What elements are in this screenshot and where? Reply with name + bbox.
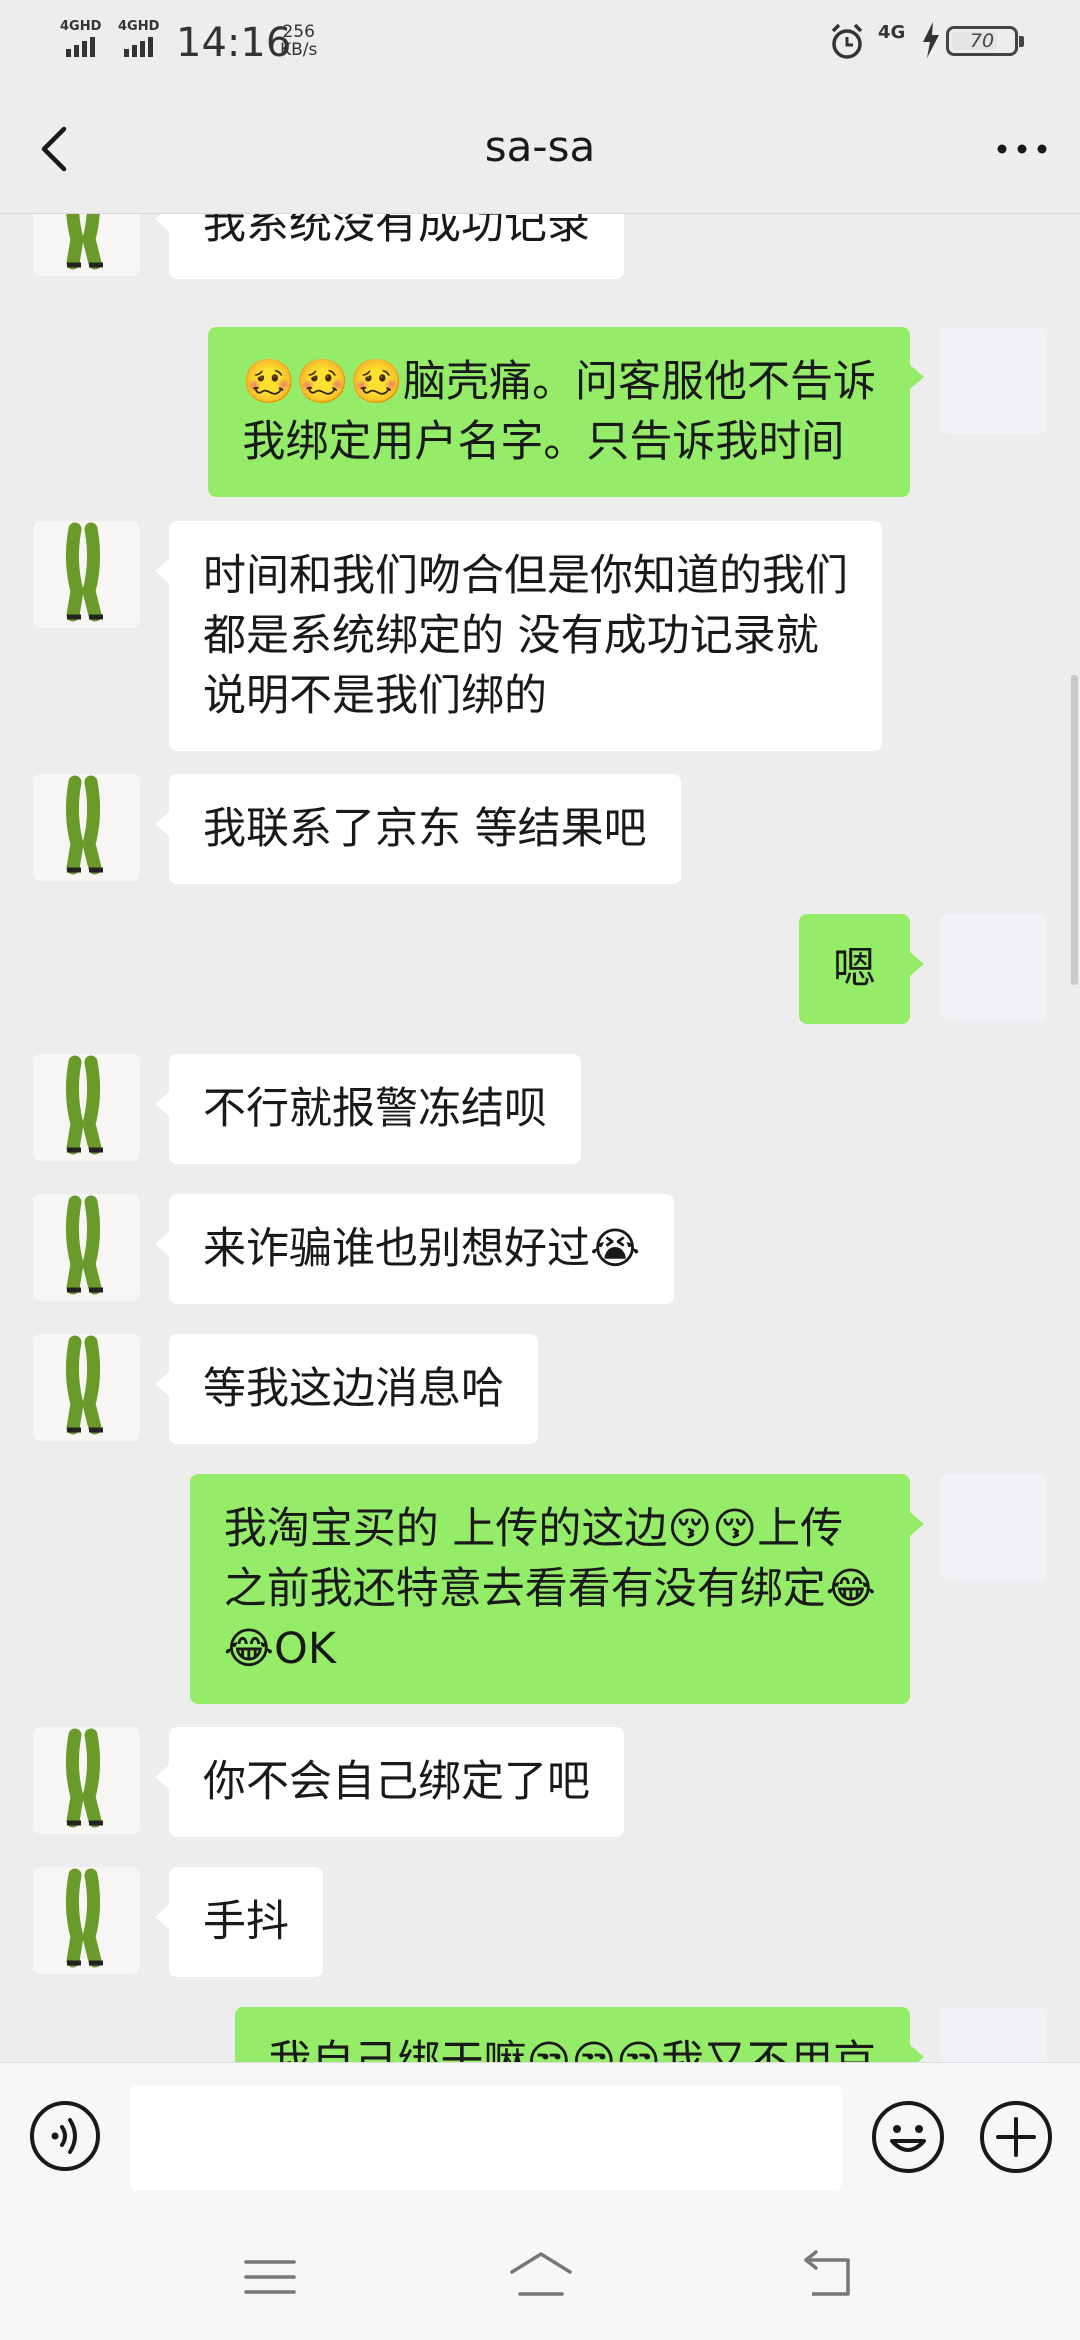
user-avatar[interactable] [940,914,1047,1021]
more-options-button[interactable] [992,124,1052,174]
emoji-button[interactable] [870,2099,946,2175]
chat-title: sa-sa [484,122,596,171]
clock: 14:16 [176,20,292,66]
contact-avatar[interactable] [33,214,140,276]
system-nav-bar [0,2212,1080,2340]
menu-icon[interactable] [240,2252,300,2302]
message-bubble[interactable]: 不行就报警冻结呗 [155,1054,581,1164]
signal-indicator-1: 4GHD [60,20,101,57]
network-speed-unit: KB/s [280,40,318,60]
signal-1-label: 4GHD [60,19,102,34]
add-attachment-button[interactable] [978,2099,1054,2175]
message-bubble[interactable]: 我淘宝买的 上传的这边😚😚上传 之前我还特意去看看有没有绑定😂 😂OK [189,1474,925,1704]
status-bar: 4GHD 4GHD 14:16 256 KB/s 4G 70 [0,0,1080,84]
home-icon[interactable] [506,2248,576,2304]
user-avatar[interactable] [940,2007,1047,2062]
signal-bars-icon [66,37,96,57]
network-speed: 256 KB/s [280,23,317,59]
user-avatar[interactable] [940,327,1047,434]
contact-avatar[interactable] [33,521,140,628]
contact-avatar[interactable] [33,1054,140,1161]
message-list[interactable]: 我系统没有成功记录 🥴🥴🥴脑壳痛。问客服他不告诉 我绑定用户名字。只告诉我时间 … [0,214,1080,2062]
message-bubble[interactable]: 我联系了京东 等结果吧 [155,774,681,884]
message-bubble[interactable]: 🥴🥴🥴脑壳痛。问客服他不告诉 我绑定用户名字。只告诉我时间 [208,327,924,497]
battery-level: 70 [969,30,995,52]
message-bubble[interactable]: 等我这边消息哈 [155,1334,538,1444]
contact-avatar[interactable] [33,774,140,881]
charging-icon [923,22,939,58]
contact-avatar[interactable] [33,1727,140,1834]
message-input[interactable] [130,2085,842,2191]
message-bubble[interactable]: 嗯 [799,914,924,1024]
contact-avatar[interactable] [33,1334,140,1441]
back-nav-icon[interactable] [796,2250,856,2304]
message-bubble[interactable]: 我系统没有成功记录 [155,214,624,279]
message-bubble[interactable]: 我自己绑干嘛😒😒😒我又不用京 [234,2007,925,2062]
signal-indicator-2: 4GHD [118,20,159,57]
network-type: 4G [878,22,906,43]
message-bubble[interactable]: 你不会自己绑定了吧 [155,1727,624,1837]
chat-header: sa-sa [0,84,1080,214]
battery-icon: 70 [946,26,1024,56]
alarm-icon [831,23,863,59]
signal-bars-icon [124,37,154,57]
contact-avatar[interactable] [33,1194,140,1301]
scrollbar[interactable] [1071,675,1078,985]
message-bubble[interactable]: 时间和我们吻合但是你知道的我们 都是系统绑定的 没有成功记录就 说明不是我们绑的 [155,521,882,751]
user-avatar[interactable] [940,1474,1047,1581]
signal-2-label: 4GHD [118,19,160,34]
message-bubble[interactable]: 手抖 [155,1867,323,1977]
contact-avatar[interactable] [33,1867,140,1974]
input-bar [0,2062,1080,2212]
message-bubble[interactable]: 来诈骗谁也别想好过😭 [154,1194,675,1304]
voice-input-button[interactable] [28,2099,102,2173]
network-speed-value: 256 [282,22,315,42]
